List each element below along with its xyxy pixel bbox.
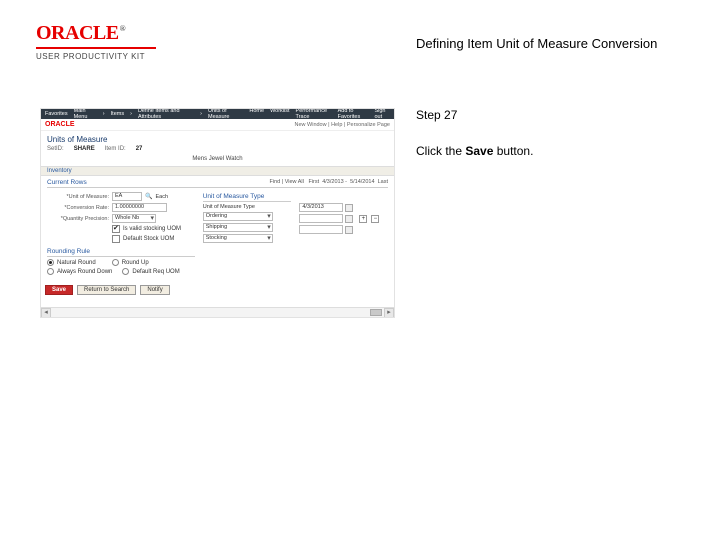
group-rounding: Rounding Rule: [47, 247, 195, 257]
chk-stocking-uom[interactable]: [112, 225, 120, 233]
logo-text: ORACLE: [36, 22, 119, 44]
logo-subtitle: USER PRODUCTIVITY KIT: [36, 52, 156, 61]
nav-item[interactable]: Items: [111, 111, 124, 117]
sel-ordering[interactable]: Ordering: [203, 212, 273, 221]
app-form-section: *Unit of Measure: EA 🔍 Each *Conversion …: [41, 188, 394, 279]
nav-link[interactable]: Sign out: [374, 108, 390, 120]
app-logo-row: ORACLE New Window | Help | Personalize P…: [41, 119, 394, 131]
uom-label: *Unit of Measure:: [47, 194, 109, 200]
step-label: Step 27: [416, 108, 684, 122]
qty-select[interactable]: Whole Nb: [112, 214, 156, 223]
scroll-left-icon[interactable]: ◂: [41, 308, 51, 318]
instruction-text: Click the Save button.: [416, 144, 684, 158]
nav-link[interactable]: Home: [249, 108, 264, 120]
app-screenshot: Favorites Main Menu › Items › Define Ite…: [40, 108, 395, 318]
radio-roundup[interactable]: [112, 259, 119, 266]
logo-underline: [36, 47, 156, 49]
app-heading: Units of Measure: [41, 131, 394, 146]
calendar-icon[interactable]: [345, 226, 353, 234]
lookup-icon[interactable]: 🔍: [145, 193, 152, 200]
logo-tm: ®: [120, 24, 125, 33]
nav-item[interactable]: Favorites: [45, 111, 68, 117]
chk-default-stock[interactable]: [112, 235, 120, 243]
save-button[interactable]: Save: [45, 285, 73, 295]
itemid-label: Item ID:: [105, 146, 126, 152]
nav-link[interactable]: Worklist: [270, 108, 289, 120]
nav-item[interactable]: Units of Measure: [208, 108, 243, 120]
conv-label: *Conversion Rate:: [47, 205, 109, 211]
setid-value: SHARE: [74, 146, 95, 152]
return-button[interactable]: Return to Search: [77, 285, 136, 295]
app-subrow: SetID: SHARE Item ID: 27: [41, 146, 394, 154]
uom-input[interactable]: EA: [112, 192, 142, 201]
group-current-rows: Current Rows Find | View All First 4/3/2…: [47, 178, 388, 188]
horizontal-scrollbar[interactable]: ◂ ▸: [41, 307, 394, 317]
date-input[interactable]: [299, 225, 343, 234]
app-crumb[interactable]: New Window | Help | Personalize Page: [295, 122, 391, 128]
chk-default-stock-label: Default Stock UOM: [123, 236, 174, 242]
nav-link[interactable]: Performance Trace: [296, 108, 332, 120]
itemid-value: 27: [136, 146, 143, 152]
instruction-panel: Step 27 Click the Save button.: [416, 108, 684, 158]
nav-item[interactable]: Define Items and Attributes: [138, 108, 194, 120]
sel-stocking[interactable]: Stocking: [203, 234, 273, 243]
button-row: Save Return to Search Notify: [41, 279, 394, 301]
page-title: Defining Item Unit of Measure Conversion: [416, 36, 657, 51]
uom-hint: Each: [155, 194, 168, 200]
conv-input[interactable]: 1.00000000: [112, 203, 167, 212]
app-centerhdr: Mens Jewel Watch: [41, 156, 394, 162]
add-row-icon[interactable]: +: [359, 215, 367, 223]
notify-button[interactable]: Notify: [140, 285, 169, 295]
calendar-icon[interactable]: [345, 215, 353, 223]
setid-label: SetID:: [47, 146, 64, 152]
uom-type-header: Unit of Measure Type: [203, 192, 292, 202]
calendar-icon[interactable]: [345, 204, 353, 212]
date-input[interactable]: [299, 214, 343, 223]
app-oracle-logo: ORACLE: [45, 121, 75, 128]
qty-label: *Quantity Precision:: [47, 216, 109, 222]
radio-natural[interactable]: [47, 259, 54, 266]
app-tab[interactable]: Inventory: [41, 166, 394, 176]
chk-stocking-uom-label: Is valid stocking UOM: [123, 226, 181, 232]
oracle-logo: ORACLE®: [36, 22, 156, 45]
date-input[interactable]: 4/3/2013: [299, 203, 343, 212]
app-navbar: Favorites Main Menu › Items › Define Ite…: [41, 109, 394, 119]
sel-shipping[interactable]: Shipping: [203, 223, 273, 232]
header: ORACLE® USER PRODUCTIVITY KIT: [36, 22, 156, 61]
remove-row-icon[interactable]: −: [371, 215, 379, 223]
radio-rounddown[interactable]: [47, 268, 54, 275]
nav-item[interactable]: Main Menu: [74, 108, 97, 120]
nav-link[interactable]: Add to Favorites: [338, 108, 369, 120]
scroll-right-icon[interactable]: ▸: [384, 308, 394, 318]
scroll-thumb[interactable]: [370, 309, 382, 316]
radio-defaultreq[interactable]: [122, 268, 129, 275]
